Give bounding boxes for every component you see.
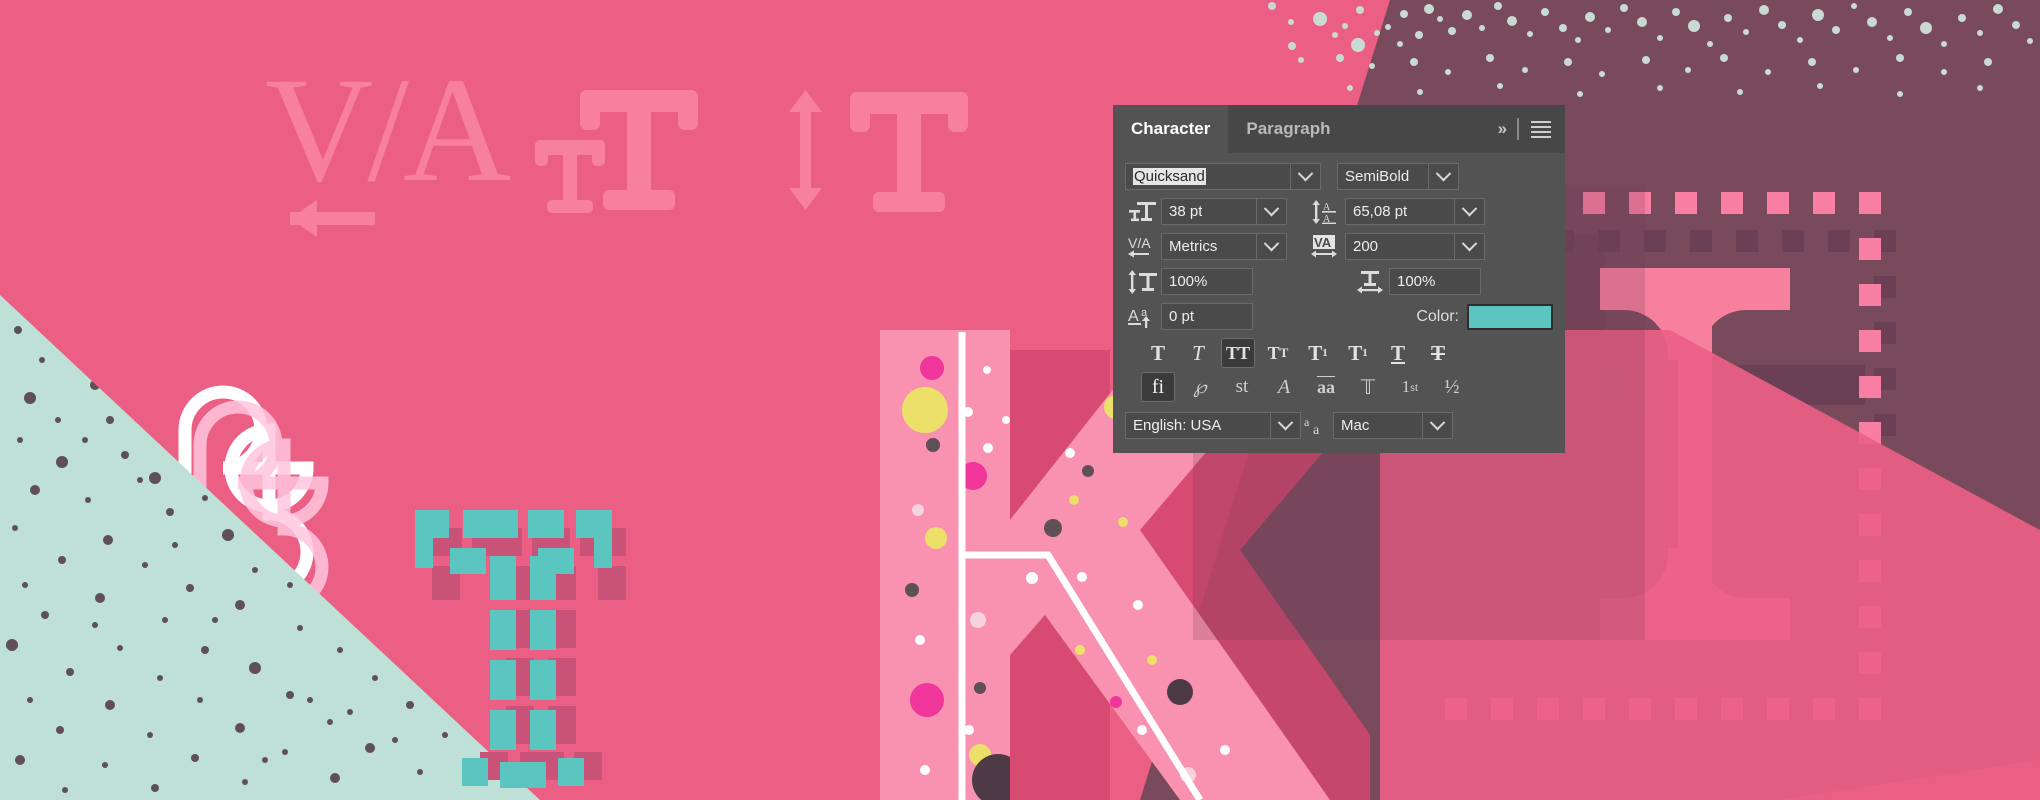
contextual-alternates-button[interactable]: ℘ [1183, 372, 1217, 402]
all-caps-button[interactable]: TT [1221, 338, 1255, 368]
font-style-button-row: T T TT TT T1 T1 T T [1125, 338, 1553, 368]
tracking-value: 200 [1353, 238, 1379, 255]
dashed-t-glyph [415, 510, 626, 788]
panel-header: Character Paragraph ›› [1113, 105, 1565, 153]
leading-input[interactable]: 65,08 pt [1345, 198, 1455, 225]
svg-text:A: A [1128, 308, 1139, 325]
size-leading-row: 38 pt A A 65,08 pt [1125, 198, 1553, 225]
tab-character[interactable]: Character [1113, 105, 1229, 153]
language-value: English: USA [1133, 417, 1222, 434]
kerning-value: Metrics [1169, 238, 1218, 255]
ordinals-button[interactable]: 1st [1393, 372, 1427, 402]
leading-value: 65,08 pt [1353, 203, 1408, 220]
stylistic-alternates-button[interactable]: aa [1309, 372, 1343, 402]
svg-text:A: A [1323, 214, 1331, 224]
color-label: Color: [1416, 307, 1459, 325]
header-divider [1517, 118, 1519, 140]
baseline-shift-value: 0 pt [1169, 308, 1195, 325]
scale-row: 100% 100% [1125, 268, 1553, 295]
anti-alias-input[interactable]: Mac [1333, 412, 1423, 439]
font-size-t-glyph [535, 90, 698, 213]
panel-body: Quicksand SemiBold 38 pt A A 65,08 pt V/… [1113, 153, 1565, 453]
svg-text:a: a [1304, 415, 1310, 429]
kerning-input[interactable]: Metrics [1161, 233, 1257, 260]
kerning-icon: V/A [1125, 233, 1161, 260]
small-caps-button[interactable]: TT [1261, 338, 1295, 368]
font-size-icon [1125, 198, 1161, 225]
vertical-scale-icon [1125, 268, 1161, 295]
tab-paragraph-label: Paragraph [1246, 119, 1331, 138]
language-row: English: USA a a Mac [1125, 412, 1553, 439]
subscript-button[interactable]: T1 [1341, 338, 1375, 368]
text-color-swatch[interactable] [1467, 303, 1553, 330]
serif-i-glyph [1600, 268, 1790, 640]
language-dropdown[interactable] [1271, 412, 1301, 439]
font-row: Quicksand SemiBold [1125, 163, 1553, 190]
fractions-button[interactable]: ½ [1435, 372, 1469, 402]
font-style-input[interactable]: SemiBold [1337, 163, 1429, 190]
faux-italic-button[interactable]: T [1181, 338, 1215, 368]
hamburger-icon[interactable] [1531, 120, 1551, 138]
canvas-artboard: V/A Character Paragraph ›› Quicksand Sem… [0, 0, 2040, 800]
svg-text:V/A: V/A [1128, 235, 1151, 251]
font-family-value: Quicksand [1133, 168, 1206, 185]
tab-paragraph[interactable]: Paragraph [1228, 105, 1348, 153]
superscript-button[interactable]: T1 [1301, 338, 1335, 368]
anti-alias-icon: a a [1301, 412, 1333, 439]
font-style-value: SemiBold [1345, 168, 1410, 185]
kerning-dropdown[interactable] [1257, 233, 1287, 260]
standard-ligatures-button[interactable]: fi [1141, 372, 1175, 402]
tab-character-label: Character [1131, 119, 1211, 138]
font-style-dropdown[interactable] [1429, 163, 1459, 190]
faux-bold-button[interactable]: T [1141, 338, 1175, 368]
baseline-shift-icon: A a [1125, 303, 1161, 330]
kerning-tracking-row: V/A Metrics VA 200 [1125, 233, 1553, 260]
strikethrough-button[interactable]: T [1421, 338, 1455, 368]
leading-dropdown[interactable] [1455, 198, 1485, 225]
horizontal-scale-input[interactable]: 100% [1389, 268, 1481, 295]
tracking-icon: VA [1309, 233, 1345, 260]
tracking-dropdown[interactable] [1455, 233, 1485, 260]
tracking-input[interactable]: 200 [1345, 233, 1455, 260]
character-panel: Character Paragraph ›› Quicksand SemiBol [1113, 105, 1565, 453]
collapse-chevrons-icon[interactable]: ›› [1498, 119, 1507, 139]
vertical-scale-input[interactable]: 100% [1161, 268, 1253, 295]
leading-icon: A A [1309, 198, 1345, 225]
anti-alias-value: Mac [1341, 417, 1370, 434]
font-size-input[interactable]: 38 pt [1161, 198, 1257, 225]
discretionary-ligatures-button[interactable]: st [1225, 372, 1259, 402]
baseline-shift-input[interactable]: 0 pt [1161, 303, 1253, 330]
vertical-scale-value: 100% [1169, 273, 1208, 290]
font-family-dropdown[interactable] [1291, 163, 1321, 190]
underline-button[interactable]: T [1381, 338, 1415, 368]
kerning-arrow-icon [290, 200, 375, 237]
font-size-value: 38 pt [1169, 203, 1203, 220]
font-size-dropdown[interactable] [1257, 198, 1287, 225]
language-input[interactable]: English: USA [1125, 412, 1271, 439]
horizontal-scale-value: 100% [1397, 273, 1436, 290]
svg-text:a: a [1313, 423, 1320, 437]
panel-header-controls: ›› [1498, 105, 1565, 153]
anti-alias-dropdown[interactable] [1423, 412, 1453, 439]
opentype-button-row: fi ℘ st A aa 𝕋 1st ½ [1125, 372, 1553, 402]
font-family-input[interactable]: Quicksand [1125, 163, 1291, 190]
baseline-color-row: A a 0 pt Color: [1125, 303, 1553, 330]
svg-text:VA: VA [1314, 235, 1332, 250]
swash-button[interactable]: A [1267, 372, 1301, 402]
leading-t-glyph [789, 90, 968, 212]
titling-alternates-button[interactable]: 𝕋 [1351, 372, 1385, 402]
horizontal-scale-icon [1353, 268, 1389, 295]
